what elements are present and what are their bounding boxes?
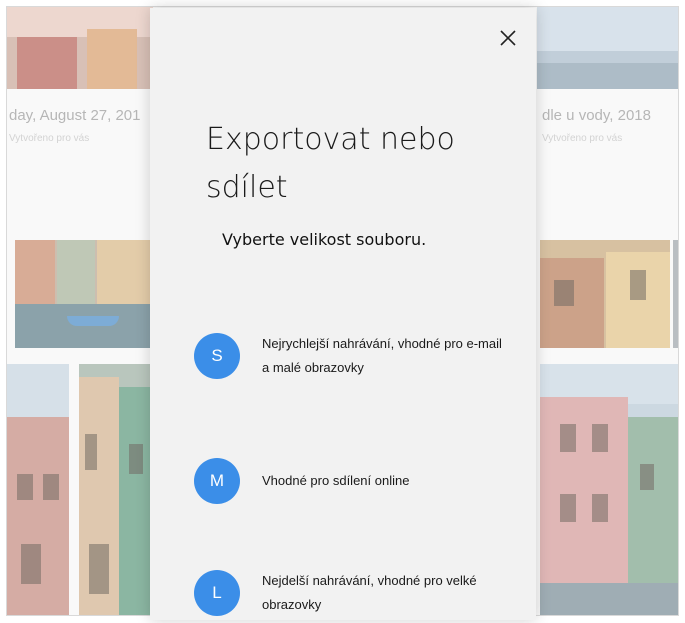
export-share-dialog: Exportovat nebo sdílet Vyberte velikost …	[150, 8, 536, 620]
size-option-small[interactable]: S Nejrychlejší nahrávání, vhodné pro e-m…	[194, 326, 514, 386]
size-option-large[interactable]: L Nejdelší nahrávání, vhodné pro velké o…	[194, 563, 514, 623]
size-small-icon: S	[194, 333, 240, 379]
size-option-medium[interactable]: M Vhodné pro sdílení online	[194, 451, 514, 511]
size-medium-icon: M	[194, 458, 240, 504]
size-small-description: Nejrychlejší nahrávání, vhodné pro e-mai…	[262, 336, 502, 375]
size-large-icon: L	[194, 570, 240, 616]
close-button[interactable]	[496, 26, 520, 50]
close-icon	[500, 30, 516, 46]
size-large-description: Nejdelší nahrávání, vhodné pro velké obr…	[262, 573, 477, 612]
dialog-subtitle: Vyberte velikost souboru.	[222, 230, 427, 249]
size-medium-description: Vhodné pro sdílení online	[262, 473, 410, 488]
dialog-title: Exportovat nebo sdílet	[206, 122, 455, 205]
